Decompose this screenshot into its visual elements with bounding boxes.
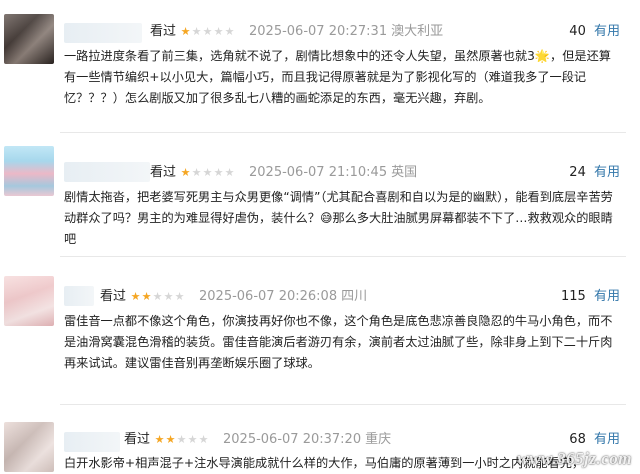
rating-stars: ★ ★ ★ ★ ★	[130, 291, 185, 303]
star-icon: ★	[202, 25, 213, 38]
rating-stars: ★ ★ ★ ★ ★	[154, 434, 209, 446]
star-icon: ★	[180, 25, 191, 38]
avatar[interactable]	[4, 422, 54, 472]
useful-button[interactable]: 有用	[594, 289, 620, 304]
star-icon: ★	[202, 166, 213, 179]
review-time: 2025-06-07 21:10:45	[249, 165, 388, 180]
review-time: 2025-06-07 20:37:20	[223, 432, 362, 447]
star-icon: ★	[213, 25, 224, 38]
review-meta: 看过 ★ ★ ★ ★ ★ 2025-06-07 20:26:08 四川	[100, 289, 367, 305]
vote-count: 24	[569, 165, 586, 180]
username-blurred[interactable]	[64, 23, 142, 43]
review-meta: 看过 ★ ★ ★ ★ ★ 2025-06-07 21:10:45 英国	[150, 165, 417, 181]
useful-button[interactable]: 有用	[594, 165, 620, 180]
star-icon: ★	[130, 290, 141, 303]
watch-status: 看过	[150, 24, 177, 39]
review-location: 澳大利亚	[391, 24, 444, 39]
vote-area: 115 有用	[561, 289, 620, 305]
rating-stars: ★ ★ ★ ★ ★	[180, 26, 235, 38]
avatar[interactable]	[4, 276, 54, 326]
watch-status: 看过	[150, 165, 177, 180]
review-location: 四川	[341, 289, 368, 304]
username-blurred[interactable]	[64, 162, 150, 182]
star-icon: ★	[152, 290, 163, 303]
star-icon: ★	[191, 25, 202, 38]
star-icon: ★	[163, 290, 174, 303]
review-time: 2025-06-07 20:27:31	[249, 24, 388, 39]
avatar[interactable]	[4, 14, 54, 64]
review-text: 剧情太拖沓，把老婆写死男主与众男更像“调情”（尤其配合喜剧和自以为是的幽默），能…	[64, 187, 620, 250]
useful-button[interactable]: 有用	[594, 432, 620, 447]
star-icon: ★	[141, 290, 152, 303]
review-text: 雷佳音一点都不像这个角色，你演技再好你也不像，这个角色是底色悲凉善良隐忍的牛马小…	[64, 314, 613, 370]
divider	[60, 404, 626, 405]
divider	[60, 256, 626, 257]
rating-stars: ★ ★ ★ ★ ★	[180, 167, 235, 179]
review-location: 英国	[391, 165, 418, 180]
sweat-smile-emoji-icon: 😅	[319, 211, 333, 225]
star-icon: ★	[224, 25, 235, 38]
username-blurred[interactable]	[64, 432, 120, 452]
vote-area: 40 有用	[569, 24, 620, 40]
review-location: 重庆	[365, 432, 392, 447]
avatar[interactable]	[4, 146, 54, 196]
star-icon: ★	[213, 166, 224, 179]
watch-status: 看过	[124, 432, 151, 447]
star-icon: ★	[224, 166, 235, 179]
star-icon: ★	[191, 166, 202, 179]
review-time: 2025-06-07 20:26:08	[199, 289, 338, 304]
vote-count: 68	[569, 432, 586, 447]
vote-count: 40	[569, 24, 586, 39]
watermark: www.365jz.com	[517, 449, 632, 468]
watch-status: 看过	[100, 289, 127, 304]
username-blurred[interactable]	[64, 286, 94, 306]
review-meta: 看过 ★ ★ ★ ★ ★ 2025-06-07 20:27:31 澳大利亚	[150, 24, 443, 40]
vote-count: 115	[561, 289, 586, 304]
useful-button[interactable]: 有用	[594, 24, 620, 39]
star-icon: ★	[180, 166, 191, 179]
vote-area: 24 有用	[569, 165, 620, 181]
star-icon: ★	[174, 290, 185, 303]
divider	[60, 132, 626, 133]
star-icon: ★	[187, 433, 198, 446]
star-icon: ★	[154, 433, 165, 446]
vote-area: 68 有用	[569, 432, 620, 448]
review-meta: 看过 ★ ★ ★ ★ ★ 2025-06-07 20:37:20 重庆	[124, 432, 391, 448]
star-icon: ★	[165, 433, 176, 446]
star-icon: ★	[176, 433, 187, 446]
star-icon: ★	[198, 433, 209, 446]
review-text: 一路拉进度条看了前三集，选角就不说了，剧情比想象中的还令人失望，虽然原著也就3🌟…	[64, 49, 611, 105]
